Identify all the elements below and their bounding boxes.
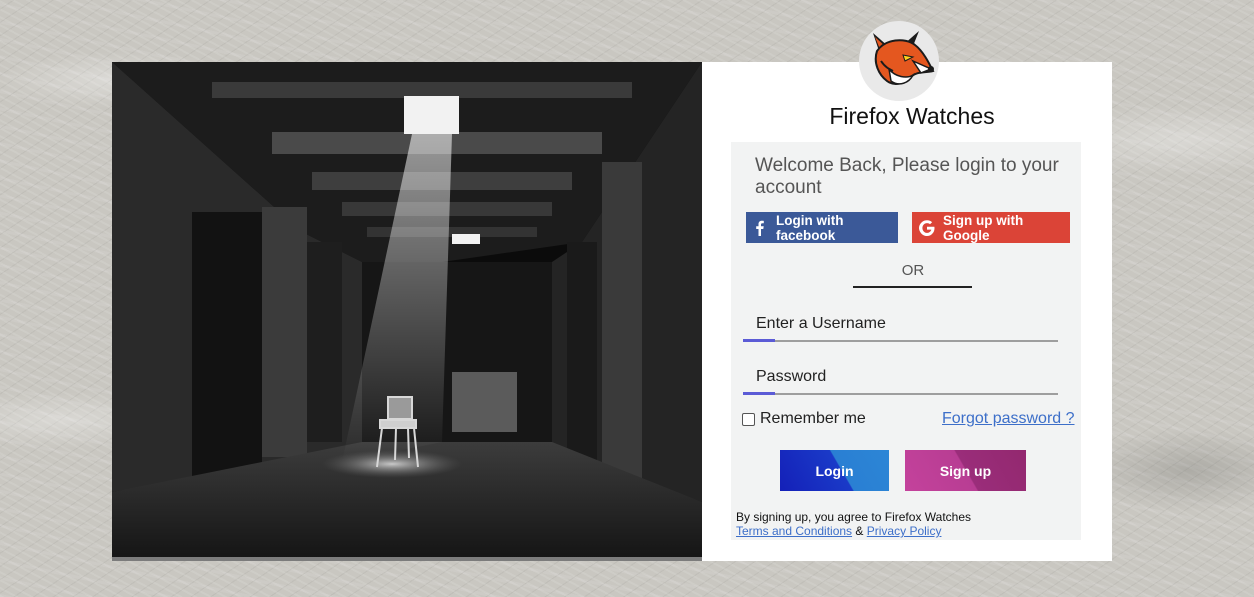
facebook-icon [752, 220, 768, 236]
fox-head-icon [873, 31, 935, 85]
welcome-heading: Welcome Back, Please login to your accou… [755, 155, 1059, 198]
facebook-login-button[interactable]: Login with facebook [746, 212, 898, 243]
brand-logo [859, 21, 939, 101]
google-icon [919, 219, 935, 236]
username-input[interactable] [743, 308, 1058, 340]
hero-photo [112, 62, 702, 561]
username-field [743, 308, 1058, 342]
google-signup-label: Sign up with Google [943, 212, 1024, 243]
terms-prefix: By signing up, you agree to Firefox Watc… [736, 510, 972, 524]
password-field [743, 361, 1058, 395]
password-underline [743, 393, 1058, 395]
signup-button[interactable]: Sign up [905, 450, 1026, 491]
login-button[interactable]: Login [780, 450, 889, 491]
username-underline [743, 340, 1058, 342]
facebook-login-label: Login with facebook [776, 212, 844, 243]
forgot-password-link[interactable]: Forgot password ? [942, 410, 1075, 428]
password-accent-bar [743, 392, 775, 395]
google-signup-button[interactable]: Sign up with Google [912, 212, 1070, 243]
or-divider-text: OR [901, 262, 925, 279]
remember-me-checkbox[interactable] [742, 412, 755, 426]
username-accent-bar [743, 339, 775, 342]
terms-joiner: & [855, 524, 864, 538]
or-divider-line [853, 286, 972, 288]
remember-me-label: Remember me [760, 410, 866, 427]
remember-me: Remember me [742, 409, 866, 429]
brand-name: Firefox Watches [829, 103, 995, 129]
terms-notice: By signing up, you agree to Firefox Watc… [736, 510, 1076, 538]
hallway-image [112, 62, 702, 561]
password-input[interactable] [743, 361, 1058, 393]
terms-link[interactable]: Terms and Conditions [736, 524, 852, 538]
privacy-link[interactable]: Privacy Policy [867, 524, 942, 538]
